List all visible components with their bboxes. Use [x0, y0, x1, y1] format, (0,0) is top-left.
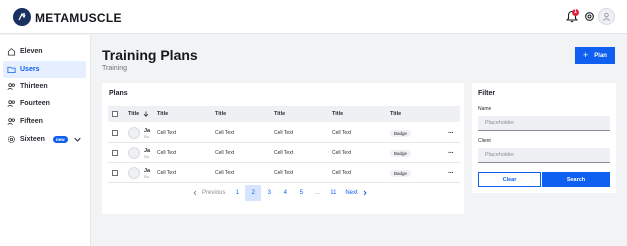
- plans-card: Plans Title Title Title Title Title Titl…: [102, 83, 464, 214]
- next-button[interactable]: Next: [345, 185, 357, 201]
- page-button[interactable]: 1: [229, 185, 245, 201]
- page-title: Training Plans: [102, 47, 198, 63]
- status-badge: Badge: [390, 169, 412, 177]
- row-name: Ja: [144, 127, 151, 134]
- notification-badge: 1: [572, 9, 579, 16]
- table-cell: Cell Text: [332, 130, 352, 136]
- table-cell: Cell Text: [215, 130, 235, 136]
- more-options-icon[interactable]: ···: [448, 170, 454, 177]
- top-bar: METAMUSCLE 1: [0, 0, 627, 34]
- page-button[interactable]: 11: [325, 185, 341, 201]
- logo-icon[interactable]: [13, 8, 31, 26]
- sort-arrow-down-icon[interactable]: [143, 111, 149, 117]
- table-cell: Cell Text: [157, 150, 177, 156]
- breadcrumb[interactable]: Training: [102, 65, 127, 72]
- column-header[interactable]: Title: [332, 111, 343, 117]
- row-subtext: Su: [144, 173, 149, 179]
- search-button[interactable]: Search: [542, 172, 610, 187]
- row-name: Ja: [144, 147, 151, 154]
- table-row[interactable]: Ja Su Cell Text Cell Text Cell Text Cell…: [108, 144, 460, 163]
- row-subtext: Su: [144, 133, 149, 139]
- sidebar-item-eleven[interactable]: Eleven: [3, 43, 86, 60]
- filter-title: Filter: [478, 90, 496, 97]
- more-options-icon[interactable]: ···: [448, 150, 454, 157]
- chevron-down-icon[interactable]: [73, 135, 82, 144]
- column-header[interactable]: Title: [157, 111, 168, 117]
- pagination: Previous 1 2 3 4 5 ... 11 Next: [192, 185, 368, 201]
- users-icon: [7, 118, 15, 125]
- table-cell: Cell Text: [215, 170, 235, 176]
- status-badge: Badge: [390, 129, 412, 137]
- column-header[interactable]: Title: [128, 111, 139, 117]
- table-cell: Cell Text: [274, 130, 294, 136]
- row-checkbox[interactable]: [112, 150, 118, 156]
- table-cell: Cell Text: [332, 170, 352, 176]
- table-cell: Cell Text: [157, 130, 177, 136]
- column-header[interactable]: Title: [274, 111, 285, 117]
- table-row[interactable]: Ja Su Cell Text Cell Text Cell Text Cell…: [108, 124, 460, 143]
- user-avatar[interactable]: [598, 8, 615, 25]
- new-badge: new: [52, 136, 68, 143]
- user-icon: [603, 12, 610, 21]
- sidebar-item-fifteen[interactable]: Fifteen: [3, 113, 86, 130]
- name-label: Name: [478, 106, 492, 112]
- previous-button[interactable]: Previous: [202, 185, 225, 201]
- column-header[interactable]: Title: [215, 111, 226, 117]
- chevron-right-icon[interactable]: [362, 190, 368, 196]
- row-checkbox[interactable]: [112, 130, 118, 136]
- filter-panel: Filter Name Placeholder Client Placehold…: [472, 83, 616, 193]
- clear-button[interactable]: Clear: [478, 172, 541, 187]
- name-field[interactable]: Placeholder: [478, 116, 610, 131]
- table-cell: Cell Text: [157, 170, 177, 176]
- brand-name: METAMUSCLE: [35, 11, 122, 25]
- avatar: [128, 167, 140, 179]
- page-button[interactable]: 3: [261, 185, 277, 201]
- table-row[interactable]: Ja Su Cell Text Cell Text Cell Text Cell…: [108, 164, 460, 183]
- users-icon: [7, 83, 15, 90]
- gear-icon: [7, 135, 16, 144]
- table-cell: Cell Text: [274, 150, 294, 156]
- avatar: [128, 127, 140, 139]
- sidebar-item-sixteen[interactable]: Sixteen new: [3, 131, 86, 148]
- table-header: Title Title Title Title Title Title: [108, 106, 460, 122]
- sidebar: Eleven Users Thirteen Fourteen Fifteen S…: [0, 35, 91, 246]
- select-all-checkbox[interactable]: [112, 111, 118, 117]
- page-ellipsis: ...: [314, 190, 320, 196]
- table-cell: Cell Text: [274, 170, 294, 176]
- users-icon: [7, 100, 15, 107]
- column-header[interactable]: Title: [390, 111, 401, 117]
- avatar: [128, 147, 140, 159]
- row-subtext: Su: [144, 153, 149, 159]
- row-checkbox[interactable]: [112, 170, 118, 176]
- settings-icon[interactable]: [584, 11, 595, 22]
- table-cell: Cell Text: [332, 150, 352, 156]
- home-icon: [7, 48, 16, 56]
- add-plan-button[interactable]: + Plan: [575, 47, 615, 64]
- client-label: Client: [478, 138, 491, 144]
- folder-icon: [7, 66, 16, 74]
- plans-title: Plans: [109, 90, 128, 97]
- more-options-icon[interactable]: ···: [448, 130, 454, 137]
- status-badge: Badge: [390, 149, 412, 157]
- plus-icon: +: [583, 50, 589, 60]
- row-name: Ja: [144, 167, 151, 174]
- table-cell: Cell Text: [215, 150, 235, 156]
- sidebar-item-users[interactable]: Users: [3, 61, 86, 78]
- sidebar-item-fourteen[interactable]: Fourteen: [3, 95, 86, 112]
- page-button[interactable]: 5: [293, 185, 309, 201]
- sidebar-item-thirteen[interactable]: Thirteen: [3, 78, 86, 95]
- chevron-left-icon: [193, 190, 197, 196]
- page-button-current[interactable]: 2: [245, 185, 262, 201]
- client-field[interactable]: Placeholder: [478, 148, 610, 163]
- page-button[interactable]: 4: [277, 185, 293, 201]
